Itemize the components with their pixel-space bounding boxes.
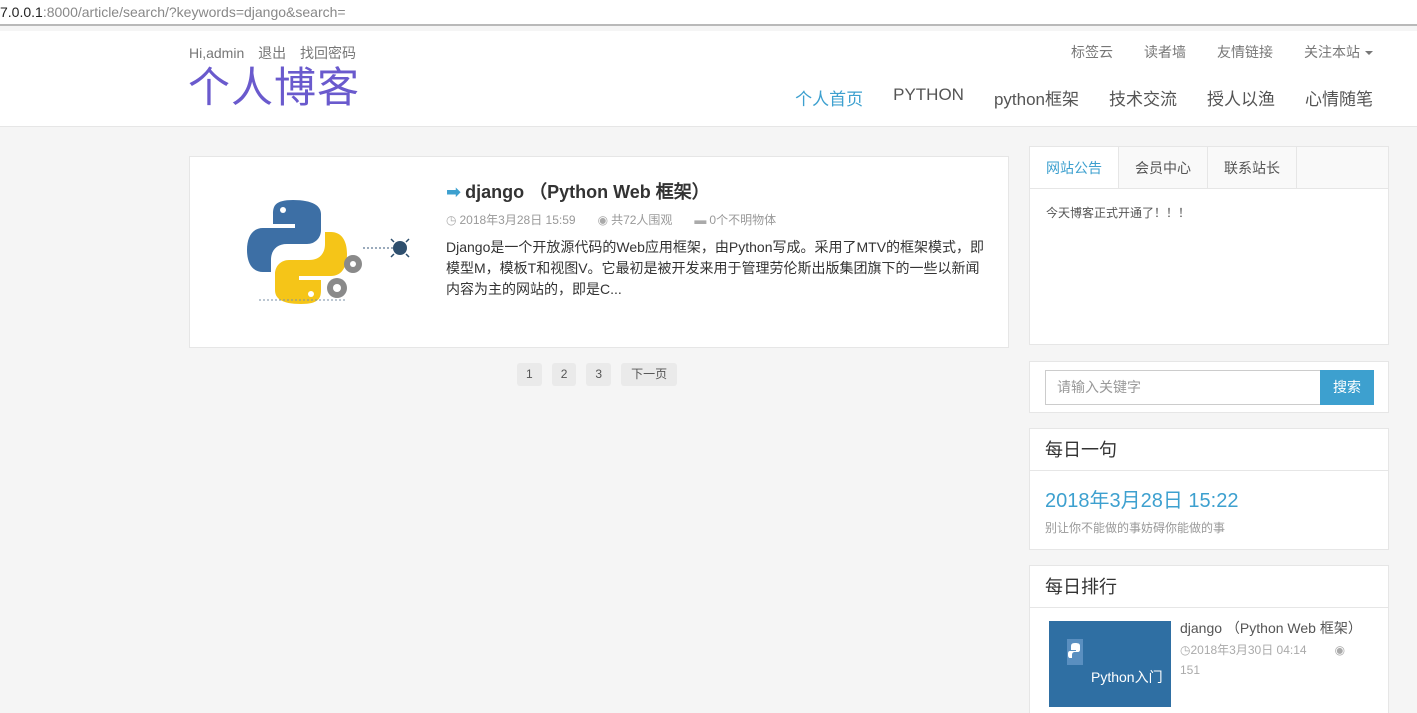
tag-cloud-link[interactable]: 标签云 [1071,42,1113,62]
ranking-thumbnail-label: Python入门 [1091,669,1163,685]
daily-time: 2018年3月28日 15:22 [1045,490,1239,512]
python-logo-image[interactable] [245,192,415,312]
user-links: Hi,admin 退出 找回密码 [189,43,366,63]
user-greeting: Hi,admin [189,45,245,61]
article-title[interactable]: ➡ django （Python Web 框架） [446,178,710,204]
tab-member-center[interactable]: 会员中心 [1119,147,1208,188]
page-1-button[interactable]: 1 [517,363,542,386]
follow-dropdown[interactable]: 关注本站 [1304,42,1373,62]
nav-item-teach[interactable]: 授人以渔 [1207,85,1275,110]
find-password-link[interactable]: 找回密码 [300,45,356,61]
article-views: ◉ 共72人围观 [598,211,673,228]
article-comments[interactable]: ▬ 0个不明物体 [694,211,776,228]
notice-tabs: 网站公告 会员中心 联系站长 [1030,147,1388,189]
caret-down-icon [1365,51,1373,56]
search-input[interactable]: 请输入关键字 [1045,370,1320,405]
arrow-right-icon: ➡ [446,182,462,202]
ranking-item-date: 2018年3月30日 04:14 [1190,643,1307,657]
notice-panel: 网站公告 会员中心 联系站长 今天博客正式开通了！！！ [1029,146,1389,345]
search-button[interactable]: 搜索 [1320,370,1374,405]
article-meta: ◷ 2018年3月28日 15:59 ◉ 共72人围观 ▬ 0个不明物体 [446,211,776,228]
eye-icon: ◉ [597,213,609,227]
article-excerpt: Django是一个开放源代码的Web应用框架，由Python写成。采用了MTV的… [446,239,985,297]
logout-link[interactable]: 退出 [258,45,286,61]
article-title-text: django （Python Web 框架） [465,182,710,202]
daily-quote-panel: 每日一句 2018年3月28日 15:22 别让你不能做的事妨碍你能做的事 [1029,428,1389,550]
ranking-item-views: 151 [1180,663,1201,677]
ranking-item-meta: ◷2018年3月30日 04:14 ◉ 151 [1180,640,1370,680]
page-2-button[interactable]: 2 [551,363,577,386]
nav-item-home[interactable]: 个人首页 [795,85,863,110]
ranking-item-title[interactable]: django （Python Web 框架） [1180,618,1362,638]
pagination: 1 2 3 下一页 [517,363,678,386]
nav-item-python-framework[interactable]: python框架 [994,85,1079,110]
daily-quote-heading: 每日一句 [1030,429,1388,471]
article-date: ◷ 2018年3月28日 15:59 [446,211,576,228]
python-logo-icon [1067,639,1083,665]
notice-text: 今天博客正式开通了！！！ [1046,206,1191,220]
site-header: Hi,admin 退出 找回密码 个人博客 标签云 读者墙 友情链接 关注本站 … [0,31,1417,127]
address-bar[interactable]: 7.0.0.1:8000/article/search/?keywords=dj… [0,0,1417,26]
url-host: 7.0.0.1 [0,4,43,20]
reader-wall-link[interactable]: 读者墙 [1144,42,1186,62]
main-nav: 个人首页 PYTHON python框架 技术交流 授人以渔 心情随笔 [795,85,1373,110]
site-logo[interactable]: 个人博客 [188,63,360,113]
url-path: :8000/article/search/?keywords=django&se… [42,4,346,20]
search-panel: 请输入关键字 搜索 [1029,361,1389,413]
friend-links-link[interactable]: 友情链接 [1217,42,1273,62]
page-3-button[interactable]: 3 [586,363,612,386]
tab-contact[interactable]: 联系站长 [1208,147,1297,188]
article-comments-text: 0个不明物体 [709,213,777,227]
daily-quote-text: 别让你不能做的事妨碍你能做的事 [1045,521,1226,535]
eye-icon: ◉ [1334,643,1346,657]
next-page-button[interactable]: 下一页 [621,363,678,386]
clock-icon: ◷ [446,213,457,227]
article-date-text: 2018年3月28日 15:59 [459,213,576,227]
nav-item-mood[interactable]: 心情随笔 [1305,85,1373,110]
ranking-thumbnail[interactable]: Python入门 [1049,621,1171,707]
nav-item-tech[interactable]: 技术交流 [1109,85,1177,110]
follow-label: 关注本站 [1304,44,1360,60]
article-card: ➡ django （Python Web 框架） ◷ 2018年3月28日 15:5… [189,156,1009,348]
nav-item-python[interactable]: PYTHON [893,85,964,110]
clock-icon: ◷ [1180,643,1191,657]
top-links: 标签云 读者墙 友情链接 关注本站 [1071,42,1373,62]
article-views-text: 共72人围观 [611,213,673,227]
comment-icon: ▬ [694,213,707,227]
daily-ranking-heading: 每日排行 [1030,566,1388,608]
daily-ranking-panel: 每日排行 Python入门 django （Python Web 框架） ◷20… [1029,565,1389,713]
tab-notice[interactable]: 网站公告 [1030,147,1119,188]
